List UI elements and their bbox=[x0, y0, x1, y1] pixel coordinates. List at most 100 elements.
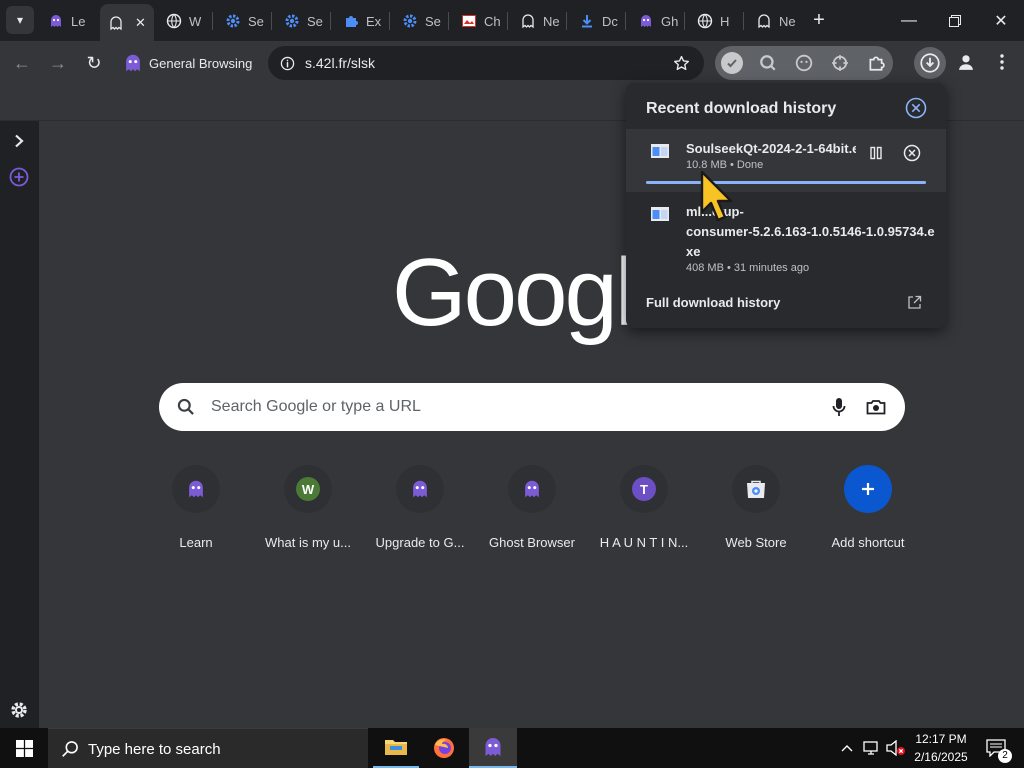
pause-icon bbox=[870, 146, 882, 160]
tab-2-active[interactable]: ✕ bbox=[100, 4, 154, 41]
taskbar-app-ghost-browser[interactable] bbox=[469, 728, 517, 768]
extension-button[interactable] bbox=[757, 52, 779, 74]
shortcut-label: What is my u... bbox=[265, 535, 351, 550]
shortcut-tile[interactable]: Learn bbox=[144, 463, 248, 553]
shortcut-tile[interactable]: Ghost Browser bbox=[480, 463, 584, 553]
tab-separator bbox=[330, 12, 331, 30]
clock-date: 2/16/2025 bbox=[914, 750, 968, 764]
tab-close-icon[interactable]: ✕ bbox=[135, 15, 146, 31]
full-download-history-link[interactable]: Full download history bbox=[626, 288, 946, 318]
download-history-popup: Recent download history SoulseekQt-2024-… bbox=[626, 83, 946, 328]
plus-icon: + bbox=[813, 8, 825, 31]
action-center-button[interactable]: 2 bbox=[978, 728, 1014, 768]
shortcut-tile[interactable]: Web Store bbox=[704, 463, 808, 553]
site-info-button[interactable] bbox=[276, 52, 298, 74]
tab-separator bbox=[212, 12, 213, 30]
pause-download-button[interactable] bbox=[864, 141, 888, 165]
tab-7[interactable]: Se bbox=[402, 8, 441, 34]
image-search-button[interactable] bbox=[863, 395, 889, 419]
show-hidden-icons-button[interactable] bbox=[836, 728, 858, 768]
shortcut-label: Ghost Browser bbox=[489, 535, 575, 550]
shortcut-label: Learn bbox=[179, 535, 213, 550]
check-icon bbox=[727, 59, 737, 68]
ghost-icon bbox=[525, 480, 539, 498]
expand-sidebar-button[interactable] bbox=[7, 129, 31, 153]
bookmark-star-button[interactable] bbox=[670, 52, 692, 74]
tab-8[interactable]: Ch bbox=[461, 8, 501, 34]
network-status-button[interactable] bbox=[860, 728, 884, 768]
info-icon bbox=[280, 56, 294, 70]
volume-button[interactable] bbox=[884, 728, 908, 768]
shortcut-tile[interactable]: Upgrade to G... bbox=[368, 463, 472, 553]
installer-file-icon bbox=[651, 207, 669, 221]
tab-3[interactable]: W bbox=[166, 8, 201, 34]
tab-9[interactable]: Ne bbox=[520, 8, 560, 34]
close-circle-icon bbox=[903, 144, 921, 162]
tab-12[interactable]: H bbox=[697, 8, 729, 34]
tab-separator bbox=[743, 12, 744, 30]
gear-icon bbox=[11, 702, 27, 718]
new-tab-button[interactable]: + bbox=[805, 6, 833, 34]
taskbar-search-box[interactable]: Type here to search bbox=[48, 728, 368, 768]
tab-11[interactable]: Gh bbox=[638, 8, 678, 34]
chevron-up-icon bbox=[841, 745, 853, 752]
back-button[interactable]: ← bbox=[8, 49, 36, 77]
tab-1[interactable]: Le bbox=[48, 8, 85, 34]
close-window-button[interactable]: ✕ bbox=[978, 0, 1024, 41]
minimize-icon: — bbox=[901, 11, 917, 29]
shortcut-label: Add shortcut bbox=[831, 535, 905, 550]
tab-strip: ▾ Le ✕ W Se Se Ex Se Ch Ne Dc Gh H Ne + … bbox=[0, 0, 1024, 41]
close-download-popup-button[interactable] bbox=[904, 96, 928, 120]
profile-button[interactable] bbox=[953, 49, 979, 75]
extension-button[interactable] bbox=[829, 52, 851, 74]
tab-search-button[interactable]: ▾ bbox=[6, 6, 34, 34]
taskbar-app-file-explorer[interactable] bbox=[373, 728, 419, 768]
close-circle-icon bbox=[905, 97, 927, 119]
extension-button[interactable] bbox=[793, 52, 815, 74]
tab-5[interactable]: Se bbox=[284, 8, 323, 34]
download-item[interactable]: ml...etup- consumer-5.2.6.163-1.0.5146-1… bbox=[626, 195, 946, 281]
shortcut-icon-circle: W bbox=[284, 465, 332, 513]
google-search-box[interactable]: Search Google or type a URL bbox=[159, 383, 905, 431]
windows-taskbar: Type here to search 12:17 PM 2/16/2025 2 bbox=[0, 728, 1024, 768]
chevron-right-icon bbox=[15, 134, 24, 148]
extensions-menu-button[interactable] bbox=[865, 52, 887, 74]
browser-menu-button[interactable] bbox=[990, 49, 1014, 75]
address-bar[interactable]: s.42l.fr/slsk bbox=[268, 46, 704, 80]
shortcut-label: H A U N T I N... bbox=[599, 535, 689, 550]
start-button[interactable] bbox=[0, 728, 48, 768]
image-icon bbox=[462, 15, 476, 27]
restore-button[interactable] bbox=[932, 0, 978, 41]
tab-separator bbox=[566, 12, 567, 30]
profile-chip[interactable]: General Browsing bbox=[122, 49, 252, 77]
tab-4[interactable]: Se bbox=[225, 8, 264, 34]
add-workspace-button[interactable] bbox=[7, 165, 31, 189]
reload-button[interactable]: ↻ bbox=[80, 49, 108, 77]
tab-10[interactable]: Dc bbox=[579, 8, 618, 34]
add-shortcut-tile[interactable]: Add shortcut bbox=[816, 463, 920, 553]
tab-7-label: Se bbox=[425, 13, 441, 29]
ghost-icon bbox=[413, 480, 427, 498]
forward-button[interactable]: → bbox=[44, 49, 72, 77]
extension-button[interactable] bbox=[721, 52, 743, 74]
minimize-button[interactable]: — bbox=[886, 0, 932, 41]
taskbar-search-placeholder: Type here to search bbox=[88, 741, 221, 758]
google-logo: Googl bbox=[392, 239, 628, 346]
settings-button[interactable] bbox=[6, 697, 32, 723]
shortcut-label: Web Store bbox=[725, 535, 787, 550]
shortcut-tile[interactable]: T H A U N T I N... bbox=[592, 463, 696, 553]
clock-button[interactable]: 12:17 PM 2/16/2025 bbox=[908, 730, 974, 766]
taskbar-app-firefox[interactable] bbox=[421, 728, 467, 768]
url-text: s.42l.fr/slsk bbox=[305, 55, 376, 71]
voice-search-button[interactable] bbox=[827, 395, 851, 419]
globe-icon bbox=[166, 13, 182, 29]
tab-9-label: Ne bbox=[543, 13, 560, 29]
ghost-icon bbox=[51, 15, 61, 27]
tab-6[interactable]: Ex bbox=[343, 8, 381, 34]
downloads-button[interactable] bbox=[914, 47, 946, 79]
download-item[interactable]: SoulseekQt-2024-2-1-64bit.e 10.8 MB • Do… bbox=[626, 129, 946, 192]
shortcut-tile[interactable]: W What is my u... bbox=[256, 463, 360, 553]
cancel-download-button[interactable] bbox=[900, 141, 924, 165]
puzzle-icon bbox=[346, 16, 358, 27]
tab-13[interactable]: Ne bbox=[756, 8, 796, 34]
